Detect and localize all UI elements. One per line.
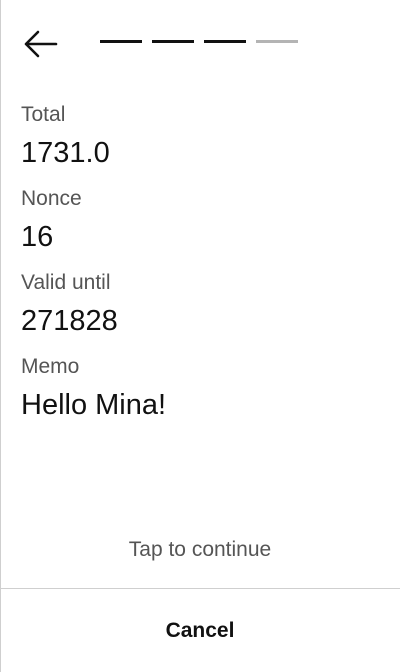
field-value: 271828 [21,305,118,337]
field-label: Total [21,103,66,126]
field-label: Nonce [21,187,82,210]
progress-step-4 [256,40,298,43]
step-progress-indicator [100,40,298,44]
field-total: Total 1731.0 [21,100,381,184]
cancel-button[interactable]: Cancel [0,589,400,672]
field-value: Hello Mina! [21,389,167,421]
field-nonce: Nonce 16 [21,184,381,268]
progress-step-2 [152,40,194,43]
field-value: 16 [21,221,54,253]
progress-step-1 [100,40,142,43]
field-value: 1731.0 [21,137,110,169]
arrow-left-icon [22,29,58,59]
back-button[interactable] [18,26,62,62]
progress-step-3 [204,40,246,43]
transaction-details: Total 1731.0 Nonce 16 Valid until 271828… [21,100,381,436]
field-valid-until: Valid until 271828 [21,268,381,352]
field-memo: Memo Hello Mina! [21,352,381,436]
field-label: Memo [21,355,80,378]
left-edge-divider [0,0,1,672]
tap-to-continue-prompt[interactable]: Tap to continue [0,534,400,566]
field-label: Valid until [21,271,111,294]
